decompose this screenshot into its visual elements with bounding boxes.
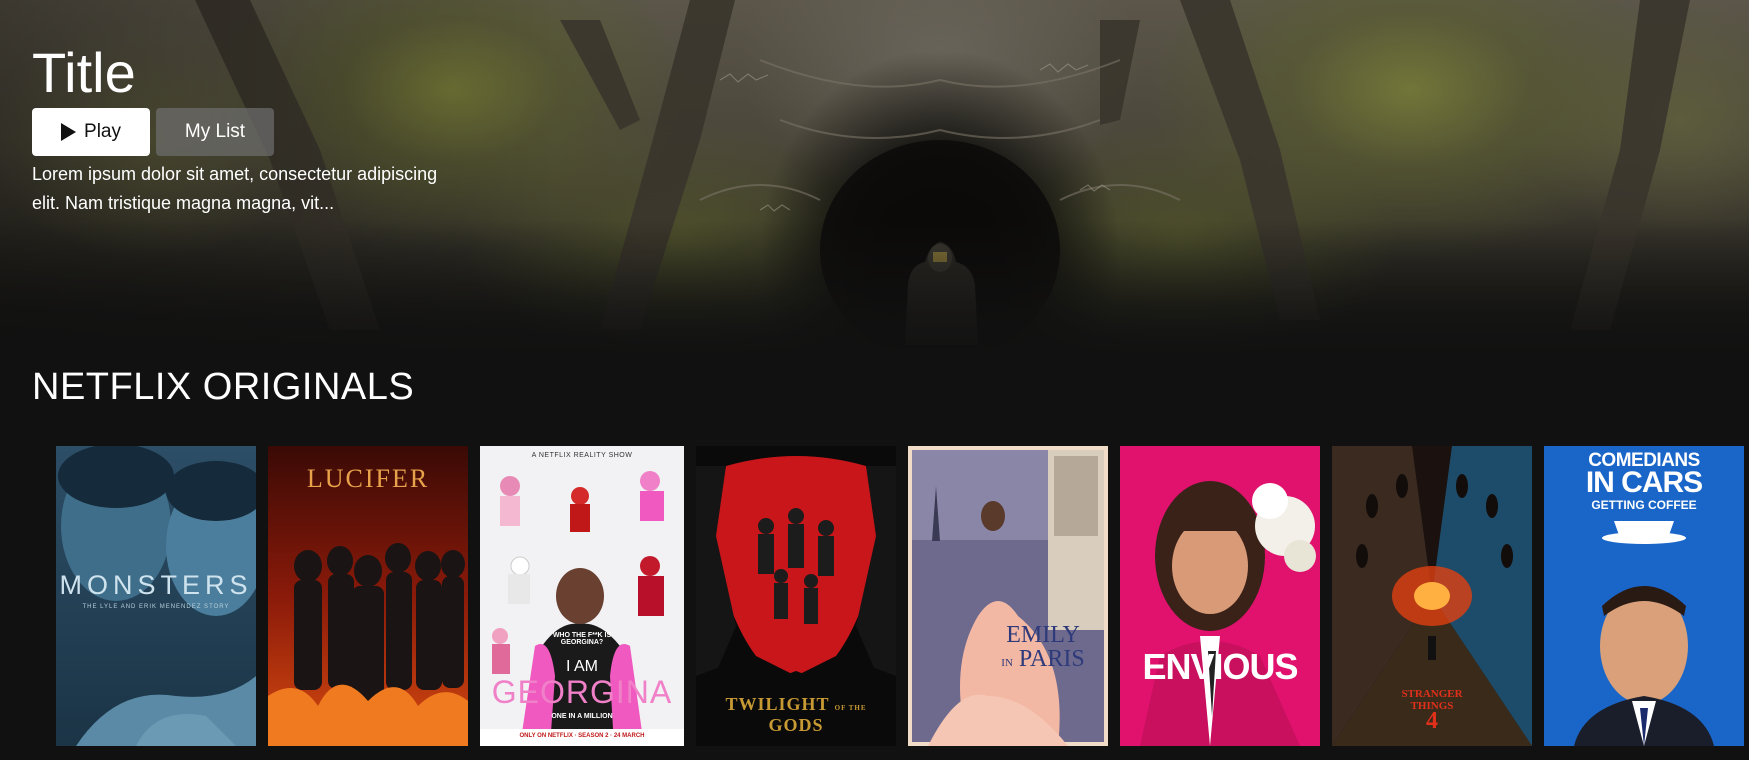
poster-envious[interactable]: ENVIOUS — [1120, 446, 1320, 746]
poster-emily-title-b: IN PARIS — [988, 646, 1098, 673]
poster-twilight-title-small: OF THE — [834, 704, 867, 712]
poster-stranger-number: 4 — [1426, 708, 1438, 734]
poster-georgina-shirt: WHO THE F**K IS GEORGINA? — [552, 632, 612, 646]
poster-lucifer[interactable]: LUCIFER — [268, 446, 468, 746]
poster-envious-art — [1120, 446, 1320, 746]
poster-emily-art — [908, 446, 1108, 746]
hero-buttons: Play My List — [32, 108, 462, 156]
poster-stranger-title-a: STRANGER — [1401, 688, 1463, 700]
poster-georgina-tag: A NETFLIX REALITY SHOW — [531, 452, 633, 459]
poster-emily-title-small: IN — [1001, 657, 1013, 669]
play-label: Play — [84, 121, 121, 142]
poster-comedians-title-b: IN CARS — [1585, 466, 1703, 499]
poster-twilight-of-the-gods[interactable]: TWILIGHT OF THE GODS — [696, 446, 896, 746]
poster-twilight-title: TWILIGHT OF THE GODS — [696, 694, 896, 736]
poster-row: MONSTERS THE LYLE AND ERIK MENENDEZ STOR… — [56, 446, 1744, 746]
poster-emily-title-a: EMILY — [1006, 622, 1080, 648]
poster-twilight-title-b: GODS — [768, 715, 824, 735]
poster-lucifer-title: LUCIFER — [306, 464, 430, 493]
poster-georgina-tagline: ONE IN A MILLION — [551, 713, 613, 720]
poster-emily-in-paris[interactable]: EMILY IN PARIS — [908, 446, 1108, 746]
poster-monsters[interactable]: MONSTERS THE LYLE AND ERIK MENENDEZ STOR… — [56, 446, 256, 746]
poster-comedians-title-c: GETTING COFFEE — [1591, 498, 1697, 512]
poster-monsters-title: MONSTERS — [59, 570, 253, 600]
poster-georgina-title: GEORGINA — [491, 674, 673, 710]
hero-title: Title — [32, 41, 136, 104]
poster-georgina-footer: ONLY ON NETFLIX · SEASON 2 · 24 MARCH — [519, 733, 645, 739]
my-list-button[interactable]: My List — [156, 108, 274, 156]
poster-comedians-in-cars[interactable]: COMEDIANS IN CARS GETTING COFFEE — [1544, 446, 1744, 746]
hero-description: Lorem ipsum dolor sit amet, consectetur … — [32, 164, 438, 213]
play-button[interactable]: Play — [32, 108, 150, 156]
hero-content: Title Play My List Lorem ipsum dolor sit… — [32, 38, 462, 218]
poster-stranger-things[interactable]: STRANGER THINGS 4 — [1332, 446, 1532, 746]
poster-monsters-subtitle: THE LYLE AND ERIK MENENDEZ STORY — [82, 604, 230, 610]
row-title: NETFLIX ORIGINALS — [32, 366, 415, 408]
poster-twilight-title-a: TWILIGHT — [725, 694, 830, 714]
poster-georgina[interactable]: A NETFLIX REALITY SHOW WHO THE F**K IS G… — [480, 446, 684, 746]
poster-envious-title: ENVIOUS — [1142, 646, 1298, 687]
poster-emily-title-b-word: PARIS — [1018, 646, 1085, 672]
play-icon — [61, 123, 77, 141]
my-list-label: My List — [184, 121, 246, 142]
